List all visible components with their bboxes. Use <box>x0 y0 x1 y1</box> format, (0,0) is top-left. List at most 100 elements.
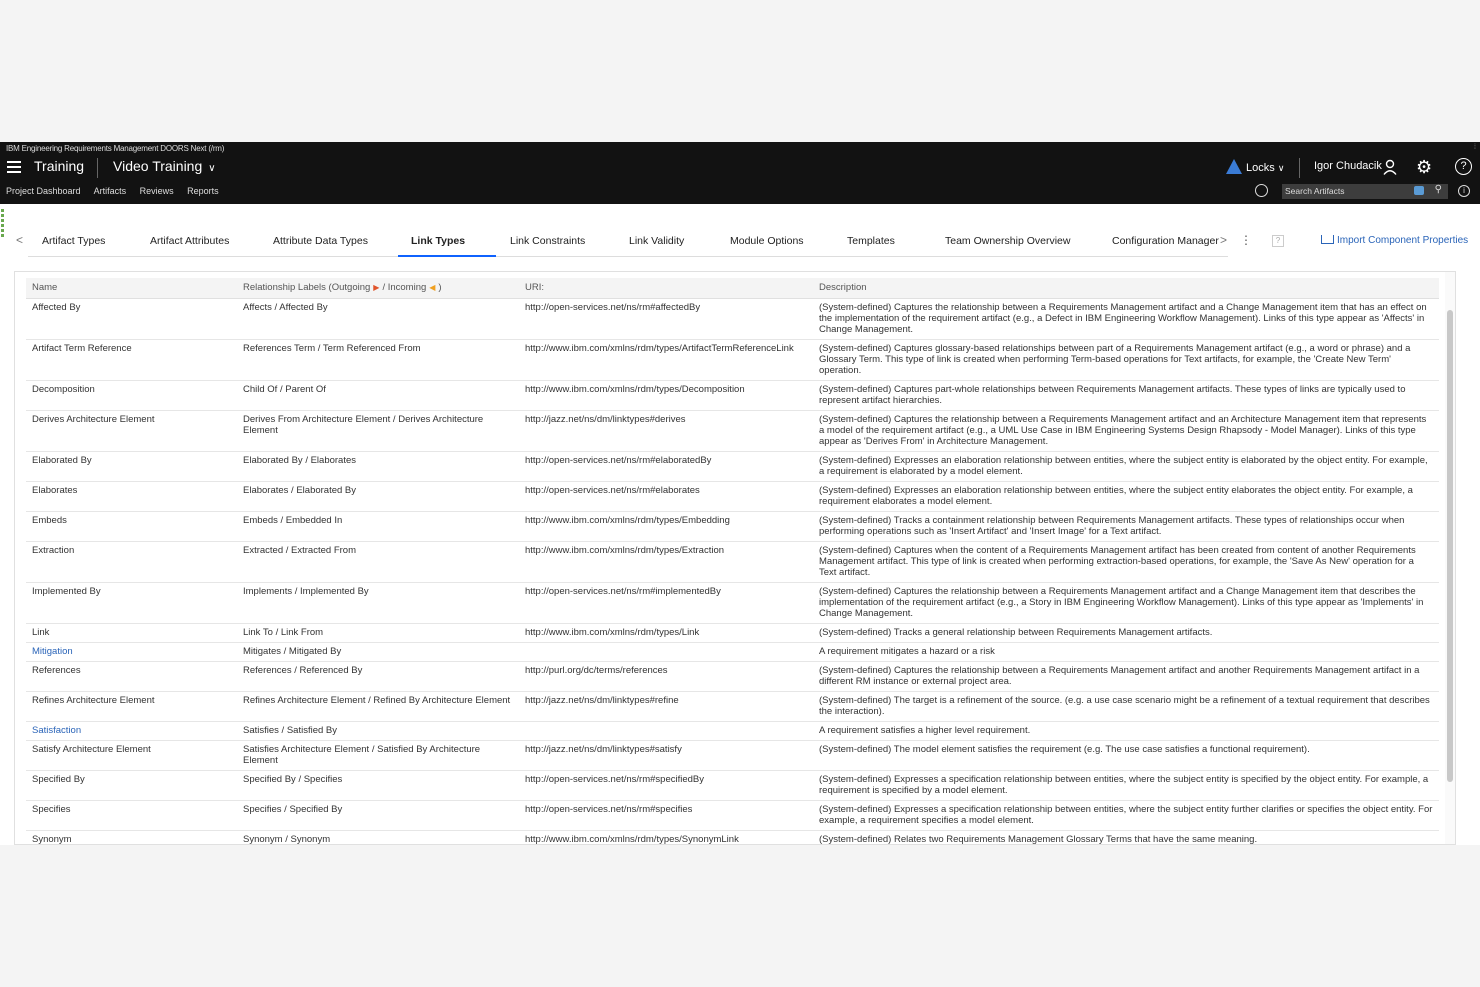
nav-project-dashboard[interactable]: Project Dashboard <box>6 186 81 196</box>
scrollbar-thumb[interactable] <box>1447 310 1453 782</box>
table-row[interactable]: Embeds Embeds / Embedded In http://www.ibm… <box>26 511 1439 542</box>
table-row[interactable]: Refines Architecture Element Refines Arch… <box>26 691 1439 722</box>
cell-labels: Specifies / Specified By <box>237 800 519 831</box>
tab-link-validity[interactable]: Link Validity <box>629 235 684 247</box>
help-icon[interactable]: ? <box>1455 158 1472 175</box>
app-header: IBM Engineering Requirements Management … <box>0 142 1480 204</box>
cell-labels: Mitigates / Mitigated By <box>237 642 519 662</box>
cell-name: Refines Architecture Element <box>26 691 237 722</box>
tab-configuration-manager[interactable]: Configuration Manager <box>1112 235 1219 247</box>
info-icon[interactable]: i <box>1458 185 1470 197</box>
cell-labels: Implements / Implemented By <box>237 582 519 624</box>
overflow-menu-icon[interactable]: ⋮ <box>1240 233 1252 247</box>
tab-module-options[interactable]: Module Options <box>730 235 804 247</box>
tab-team-ownership-overview[interactable]: Team Ownership Overview <box>945 235 1070 247</box>
column-header-description[interactable]: Description <box>813 278 1439 299</box>
help-box-icon[interactable]: ? <box>1272 235 1284 247</box>
cell-description: (System-defined) Tracks a general relati… <box>813 623 1439 643</box>
search-scope-icon[interactable] <box>1414 186 1424 195</box>
tab-artifact-attributes[interactable]: Artifact Attributes <box>150 235 229 247</box>
cell-name: Satisfy Architecture Element <box>26 740 237 771</box>
table-row[interactable]: Extraction Extracted / Extracted From http… <box>26 541 1439 583</box>
chevron-down-icon: ∨ <box>208 163 216 174</box>
table-row[interactable]: Link Link To / Link From http://www.ibm.co… <box>26 623 1439 643</box>
incoming-arrow-icon: ◀ <box>429 283 436 293</box>
table-row[interactable]: Specified By Specified By / Specifies http… <box>26 770 1439 801</box>
table-row[interactable]: Decomposition Child Of / Parent Of http://… <box>26 380 1439 411</box>
nav-reviews[interactable]: Reviews <box>140 186 174 196</box>
tabs-scroll-left-icon[interactable]: < <box>16 233 23 247</box>
table-row[interactable]: Mitigation Mitigates / Mitigated By A requ… <box>26 642 1439 662</box>
tabs-scroll-right-icon[interactable]: > <box>1220 233 1227 247</box>
table-header-row: Name Relationship Labels (Outgoing ▶ / Inc… <box>26 278 1439 299</box>
table-row[interactable]: Satisfaction Satisfies / Satisfied By A re… <box>26 721 1439 741</box>
tab-attribute-data-types[interactable]: Attribute Data Types <box>273 235 368 247</box>
menu-icon[interactable] <box>7 161 21 173</box>
search-icon[interactable]: ⚲ <box>1435 184 1442 195</box>
cell-labels: Refines Architecture Element / Refined B… <box>237 691 519 722</box>
cell-description: (System-defined) Tracks a containment re… <box>813 511 1439 542</box>
cell-uri <box>519 721 813 741</box>
cell-name: Specifies <box>26 800 237 831</box>
header-divider <box>1299 158 1300 178</box>
cell-description: (System-defined) The target is a refinem… <box>813 691 1439 722</box>
cell-uri <box>519 642 813 662</box>
cell-uri: http://www.ibm.com/xmlns/rdm/types/Extra… <box>519 541 813 583</box>
column-header-name[interactable]: Name <box>26 278 237 299</box>
tab-link-types[interactable]: Link Types <box>411 235 465 247</box>
side-panel-handle-icon[interactable] <box>0 208 8 237</box>
column-header-relationship-labels[interactable]: Relationship Labels (Outgoing ▶ / Incoming… <box>237 278 519 299</box>
locks-menu[interactable]: Locks ∨ <box>1226 159 1284 174</box>
column-header-uri[interactable]: URI: <box>519 278 813 299</box>
cell-description: (System-defined) Captures when the conte… <box>813 541 1439 583</box>
table-row[interactable]: Specifies Specifies / Specified By http://… <box>26 800 1439 831</box>
cell-labels: Affects / Affected By <box>237 298 519 340</box>
cell-labels: Elaborated By / Elaborates <box>237 451 519 482</box>
tab-artifact-types[interactable]: Artifact Types <box>42 235 105 247</box>
cell-name[interactable]: Mitigation <box>26 642 237 662</box>
cell-uri: http://open-services.net/ns/rm#specified… <box>519 770 813 801</box>
table-row[interactable]: Affected By Affects / Affected By http://o… <box>26 298 1439 340</box>
settings-gear-icon[interactable]: ⚙ <box>1416 157 1432 177</box>
configuration-selector[interactable]: Video Training ∨ <box>113 158 216 174</box>
table-row[interactable]: Elaborates Elaborates / Elaborated By http… <box>26 481 1439 512</box>
properties-tabs: < Artifact Types Artifact Attributes Att… <box>14 229 1480 257</box>
project-name[interactable]: Training <box>34 158 84 174</box>
table-row[interactable]: Implemented By Implements / Implemented B… <box>26 582 1439 624</box>
table-row[interactable]: Satisfy Architecture Element Satisfies Ar… <box>26 740 1439 771</box>
nav-artifacts[interactable]: Artifacts <box>94 186 127 196</box>
project-nav: Project Dashboard Artifacts Reviews Repo… <box>6 186 230 196</box>
user-name[interactable]: Igor Chudacik <box>1314 160 1382 172</box>
nav-reports[interactable]: Reports <box>187 186 219 196</box>
labels-header-suffix: ) <box>438 282 442 294</box>
import-component-properties-button[interactable]: Import Component Properties <box>1321 235 1468 246</box>
cell-uri: http://open-services.net/ns/rm#elaborate… <box>519 451 813 482</box>
cell-uri: http://jazz.net/ns/dm/linktypes#satisfy <box>519 740 813 771</box>
table-row[interactable]: Elaborated By Elaborated By / Elaborates h… <box>26 451 1439 482</box>
tab-templates[interactable]: Templates <box>847 235 895 247</box>
cell-name: Elaborated By <box>26 451 237 482</box>
active-tab-indicator <box>398 255 496 257</box>
user-icon[interactable] <box>1383 159 1397 175</box>
cell-uri: http://open-services.net/ns/rm#elaborate… <box>519 481 813 512</box>
table-row[interactable]: Derives Architecture Element Derives From… <box>26 410 1439 452</box>
tab-link-constraints[interactable]: Link Constraints <box>510 235 585 247</box>
table-row[interactable]: References References / Referenced By http… <box>26 661 1439 692</box>
cell-uri: http://www.ibm.com/xmlns/rdm/types/Link <box>519 623 813 643</box>
cell-description: (System-defined) The model element satis… <box>813 740 1439 771</box>
cell-labels: Specified By / Specifies <box>237 770 519 801</box>
cell-name: Specified By <box>26 770 237 801</box>
search-field[interactable]: Search Artifacts ⚲ <box>1282 184 1448 199</box>
table-row[interactable]: Artifact Term Reference References Term /… <box>26 339 1439 381</box>
cell-description: (System-defined) Captures glossary-based… <box>813 339 1439 381</box>
cell-description: (System-defined) Captures the relationsh… <box>813 410 1439 452</box>
import-label: Import Component Properties <box>1337 235 1469 246</box>
link-types-table: Name Relationship Labels (Outgoing ▶ / Inc… <box>26 278 1439 844</box>
cell-name[interactable]: Satisfaction <box>26 721 237 741</box>
history-icon[interactable] <box>1255 184 1268 197</box>
cell-labels: Link To / Link From <box>237 623 519 643</box>
vertical-scrollbar[interactable] <box>1445 272 1455 844</box>
table-row[interactable]: Synonym Synonym / Synonym http://www.ibm.c… <box>26 830 1439 844</box>
locks-label: Locks <box>1246 162 1275 174</box>
tabs-baseline <box>28 256 1228 257</box>
